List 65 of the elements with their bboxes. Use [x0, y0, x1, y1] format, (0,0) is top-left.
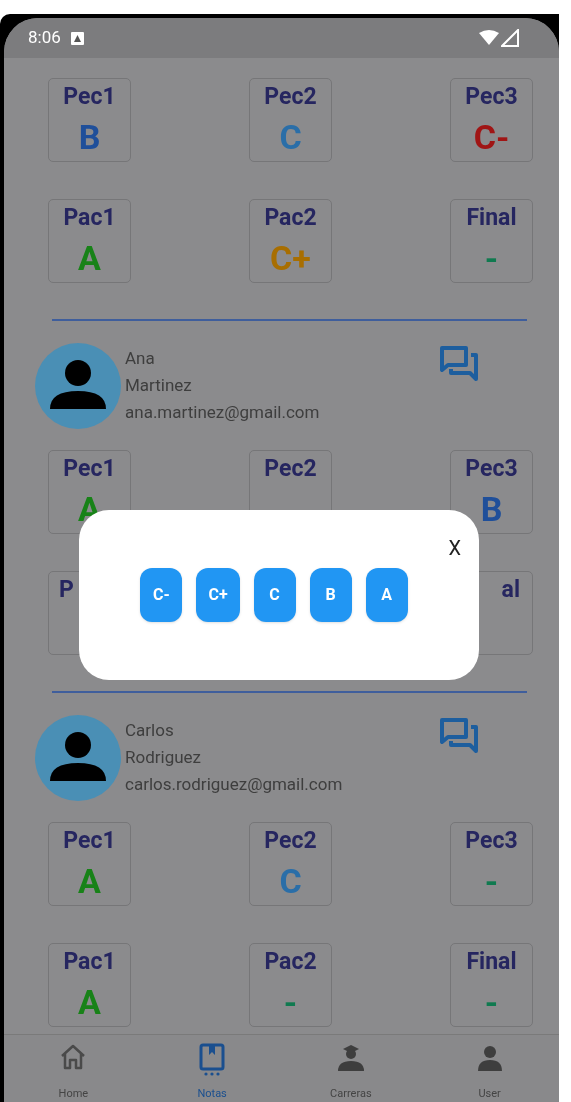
grade-option-button[interactable]: B — [309, 568, 352, 622]
nav-tab[interactable]: Notas — [172, 1043, 253, 1101]
grade-label: Pac1 — [63, 203, 116, 233]
grade-value: - — [484, 981, 499, 1024]
grade-label: Final — [466, 947, 517, 977]
grade-value: C+ — [270, 237, 311, 280]
grade-value: - — [484, 237, 499, 280]
grade-option-button[interactable]: C — [253, 568, 296, 622]
grade-cell[interactable]: Final - — [450, 943, 533, 1027]
grade-label: Pec3 — [465, 82, 518, 112]
grade-label: Pec2 — [264, 454, 317, 484]
signal-icon — [501, 29, 519, 47]
grade-cell[interactable]: Pec2 C — [249, 822, 332, 906]
grade-label: Pec2 — [264, 826, 317, 856]
grade-value: B — [480, 488, 503, 531]
grade-label: Pac2 — [264, 203, 317, 233]
grade-label: Pec1 — [63, 82, 116, 112]
nav-tab[interactable]: Carreras — [310, 1043, 391, 1101]
grade-label: Pec1 — [63, 826, 116, 856]
grade-value: B — [78, 116, 101, 159]
grade-label: Pac2 — [264, 947, 317, 977]
email: carlos.rodriguez@gmail.com — [125, 773, 343, 796]
grade-label: Pec3 — [465, 826, 518, 856]
notification-icon — [70, 31, 84, 45]
grade-cell[interactable]: Pac2 - — [249, 943, 332, 1027]
chat-button[interactable] — [439, 717, 479, 753]
grade-value: C- — [473, 116, 510, 159]
grade-label: Pac1 — [63, 947, 116, 977]
grade-cell[interactable]: Pac2 C+ — [249, 199, 332, 283]
grade-label: P — [58, 575, 74, 605]
nav-tab[interactable]: Home — [33, 1043, 114, 1101]
grade-label: Final — [466, 203, 517, 233]
last-name: Rodriguez — [125, 746, 202, 769]
grade-value: A — [78, 860, 101, 903]
chat-button[interactable] — [439, 345, 479, 381]
first-name: Carlos — [125, 719, 174, 742]
email: ana.martinez@gmail.com — [125, 401, 320, 424]
grade-option-button[interactable]: C+ — [196, 568, 240, 622]
grade-option-button[interactable]: C- — [140, 568, 183, 622]
grade-value: C — [279, 860, 302, 903]
grade-cell[interactable]: Pac1 A — [48, 943, 131, 1027]
grade-value: - — [484, 860, 499, 903]
grade-cell[interactable]: Pec3 - — [450, 822, 533, 906]
grade-option-button[interactable]: A — [365, 568, 408, 622]
grade-value: - — [283, 981, 298, 1024]
grade-cell[interactable]: Pec1 A — [48, 822, 131, 906]
close-button[interactable]: X — [448, 538, 461, 558]
book-icon — [198, 1043, 227, 1077]
wifi-icon — [479, 30, 499, 46]
grade-value: A — [78, 981, 101, 1024]
first-name: Ana — [125, 347, 155, 370]
grade-label: Pec2 — [264, 82, 317, 112]
grade-cell[interactable]: Pac1 A — [48, 199, 131, 283]
grade-cell[interactable]: Pec3 C- — [450, 78, 533, 162]
last-name: Martinez — [125, 374, 192, 397]
grade-label: Pec1 — [63, 454, 116, 484]
nav-tab[interactable]: User — [449, 1043, 530, 1101]
grade-cell[interactable]: Final - — [450, 199, 533, 283]
status-time: 8:06 — [28, 26, 61, 50]
grade-label: al — [501, 575, 521, 605]
grade-label: Pec3 — [465, 454, 518, 484]
grade-value: A — [78, 237, 101, 280]
grade-cell[interactable]: Pec2 C — [249, 78, 332, 162]
grade-value: C — [279, 116, 302, 159]
grade-cell[interactable]: Pec1 B — [48, 78, 131, 162]
